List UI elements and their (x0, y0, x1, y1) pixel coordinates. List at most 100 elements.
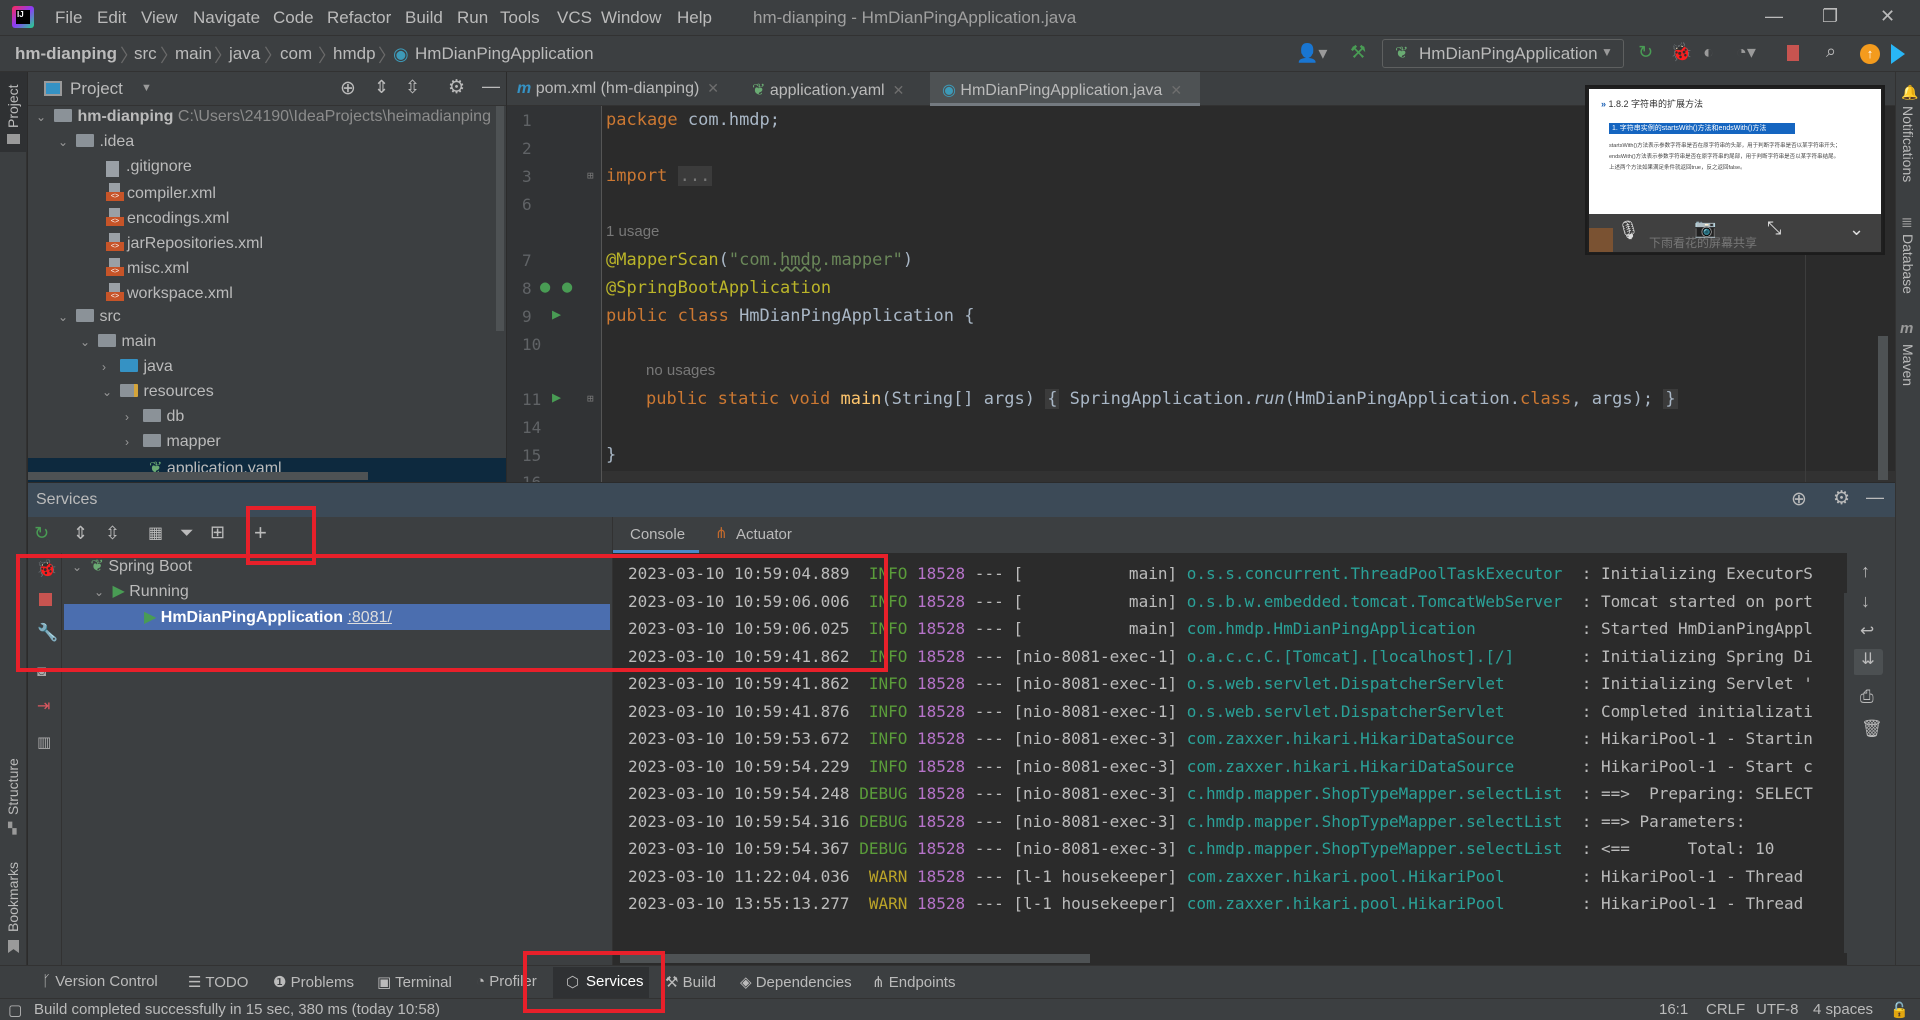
maven-tool-button[interactable]: Maven (1900, 344, 1916, 386)
notifications-tool-button[interactable]: Notifications (1900, 106, 1916, 182)
tree-item-module[interactable]: ⌄ hm-dianping C:\Users\24190\IdeaProject… (36, 108, 491, 133)
tab-endpoints[interactable]: ⋔ Endpoints (872, 973, 955, 991)
chevron-down-icon[interactable]: ⌄ (1849, 219, 1864, 240)
wrench-icon[interactable]: 🔧 (37, 623, 58, 643)
tree-item-java[interactable]: › java (102, 358, 173, 383)
breadcrumb-main[interactable]: main (175, 44, 212, 64)
breadcrumb-com[interactable]: com (280, 44, 312, 64)
mute-mic-icon[interactable]: 🎙 (1617, 220, 1640, 241)
menu-tools[interactable]: Tools (500, 8, 540, 28)
expand-all-icon[interactable]: ⇕ (374, 77, 389, 98)
user-icon[interactable]: 👤▾ (1296, 43, 1327, 64)
tree-item-encodings-xml[interactable]: encodings.xml (106, 208, 229, 233)
tree-item-mapper[interactable]: › mapper (125, 433, 221, 458)
vertical-scrollbar[interactable] (496, 106, 504, 331)
project-view-title[interactable]: Project (70, 79, 123, 99)
menu-view[interactable]: View (141, 8, 178, 28)
expand-all-icon[interactable]: ⇕ (73, 523, 88, 544)
tree-item-hmdianpingapplication[interactable]: ▶ HmDianPingApplication :8081/ (64, 604, 610, 630)
line-separator[interactable]: CRLF (1706, 1001, 1745, 1018)
menu-run[interactable]: Run (457, 8, 488, 28)
search-icon[interactable]: ⌕ (1826, 41, 1836, 62)
camera-snapshot-icon[interactable]: ◙ (37, 663, 46, 680)
restore-icon[interactable]: ❐ (1822, 6, 1838, 27)
debug-icon[interactable]: 🐞 (1670, 42, 1692, 63)
print-icon[interactable]: ⎙ (1860, 687, 1874, 707)
chevron-down-icon[interactable]: ▼ (141, 82, 152, 94)
build-hammer-icon[interactable]: ⚒ (1350, 42, 1366, 63)
tree-item-main[interactable]: ⌄ main (80, 333, 156, 358)
tree-item-resources[interactable]: ⌄ resources (102, 383, 214, 408)
status-message[interactable]: Build completed successfully in 15 sec, … (34, 1001, 440, 1018)
tab-actuator[interactable]: ⋔ Actuator (711, 517, 811, 553)
tab-todo[interactable]: ☰ TODO (188, 973, 248, 991)
menu-build[interactable]: Build (405, 8, 443, 28)
collapse-all-icon[interactable]: ⇳ (105, 523, 120, 544)
tab-services[interactable]: ⬡ Services (553, 967, 649, 998)
minimize-icon[interactable]: — (1765, 6, 1783, 27)
spring-config-gutter-icon[interactable]: ● (562, 277, 572, 297)
breadcrumb-hmdp[interactable]: hmdp (333, 44, 376, 64)
tab-profiler[interactable]: ◔ Profiler (476, 973, 537, 990)
up-arrow-icon[interactable]: ↑ (1861, 561, 1870, 582)
update-icon[interactable]: ↑ (1860, 44, 1880, 64)
tab-problems[interactable]: ❶ Problems (273, 973, 354, 991)
tab-hmdianpingapplication-java[interactable]: ◉ HmDianPingApplication.java ✕ (930, 72, 1200, 106)
settings-gear-icon[interactable]: ⚙ (448, 76, 465, 99)
breadcrumb-src[interactable]: src (134, 44, 157, 64)
menu-file[interactable]: File (55, 8, 82, 28)
tree-item-misc-xml[interactable]: misc.xml (106, 258, 189, 283)
hide-panel-icon[interactable]: — (1866, 487, 1884, 508)
breadcrumb-class[interactable]: HmDianPingApplication (415, 44, 594, 64)
layout-icon[interactable]: ▥ (37, 733, 51, 751)
menu-window[interactable]: Window (601, 8, 661, 28)
filter-icon[interactable]: ⏷ (180, 523, 194, 543)
open-in-new-tab-icon[interactable]: ⊞ (210, 522, 225, 543)
hide-panel-icon[interactable]: — (482, 76, 500, 97)
menu-edit[interactable]: Edit (97, 8, 126, 28)
tree-item-running[interactable]: ⌄ ▶ Running (94, 581, 189, 606)
menu-navigate[interactable]: Navigate (193, 8, 260, 28)
breadcrumb-java[interactable]: java (229, 44, 260, 64)
tab-build[interactable]: ⚒ Build (665, 973, 716, 991)
locate-icon[interactable]: ⊕ (340, 77, 356, 100)
tab-application-yaml[interactable]: ❦ application.yaml ✕ (752, 72, 932, 106)
code-with-me-icon[interactable] (1891, 44, 1905, 64)
run-gutter-icon[interactable]: ▶ (552, 305, 561, 323)
database-tool-button[interactable]: Database (1900, 234, 1916, 294)
console-vertical-scrollbar[interactable] (1844, 593, 1854, 953)
indent-setting[interactable]: 4 spaces (1813, 1001, 1873, 1018)
usage-hint[interactable]: no usages (646, 362, 715, 379)
menu-refactor[interactable]: Refactor (327, 8, 391, 28)
tree-item-compiler-xml[interactable]: compiler.xml (106, 183, 216, 208)
tab-version-control[interactable]: ᚴ Version Control (42, 973, 158, 990)
close-tab-icon[interactable]: ✕ (893, 82, 905, 98)
tree-item-jarrepositories-xml[interactable]: jarRepositories.xml (106, 233, 263, 258)
camera-off-icon[interactable]: 📷 (1694, 218, 1716, 239)
refresh-icon[interactable]: ↻ (34, 523, 49, 544)
breadcrumb-project[interactable]: hm-dianping (15, 44, 117, 64)
debug-icon[interactable]: 🐞 (36, 559, 57, 579)
stop-icon[interactable] (39, 593, 52, 606)
soft-wrap-icon[interactable]: ↩ (1860, 621, 1874, 641)
spring-bean-gutter-icon[interactable]: ● (540, 277, 550, 297)
tree-item-src[interactable]: ⌄ src (58, 308, 121, 333)
editor-scrollbar[interactable] (1878, 336, 1888, 480)
run-gutter-icon[interactable]: ▶ (552, 388, 561, 406)
login-icon[interactable]: ⇥ (37, 696, 50, 716)
rerun-icon[interactable]: ↻ (1638, 42, 1653, 63)
down-arrow-icon[interactable]: ↓ (1861, 591, 1870, 612)
menu-code[interactable]: Code (273, 8, 314, 28)
trash-icon[interactable]: 🗑 (1861, 719, 1883, 739)
menu-vcs[interactable]: VCS (557, 8, 592, 28)
screen-share-overlay[interactable]: » 1.8.2 字符串的扩展方法 1. 字符串实例的startsWith()方法… (1585, 85, 1885, 255)
group-by-icon[interactable]: ▦ (148, 523, 163, 543)
tab-console[interactable]: Console (613, 517, 699, 553)
tree-item-idea[interactable]: ⌄ .idea (58, 133, 134, 158)
add-service-icon[interactable]: + (254, 520, 267, 546)
status-panel-icon[interactable]: ▢ (8, 1001, 22, 1019)
tab-dependencies[interactable]: ◈ Dependencies (740, 973, 852, 991)
fold-icon[interactable]: ⊞ (587, 169, 594, 182)
stop-icon[interactable] (1787, 45, 1799, 61)
usage-hint[interactable]: 1 usage (606, 223, 659, 240)
